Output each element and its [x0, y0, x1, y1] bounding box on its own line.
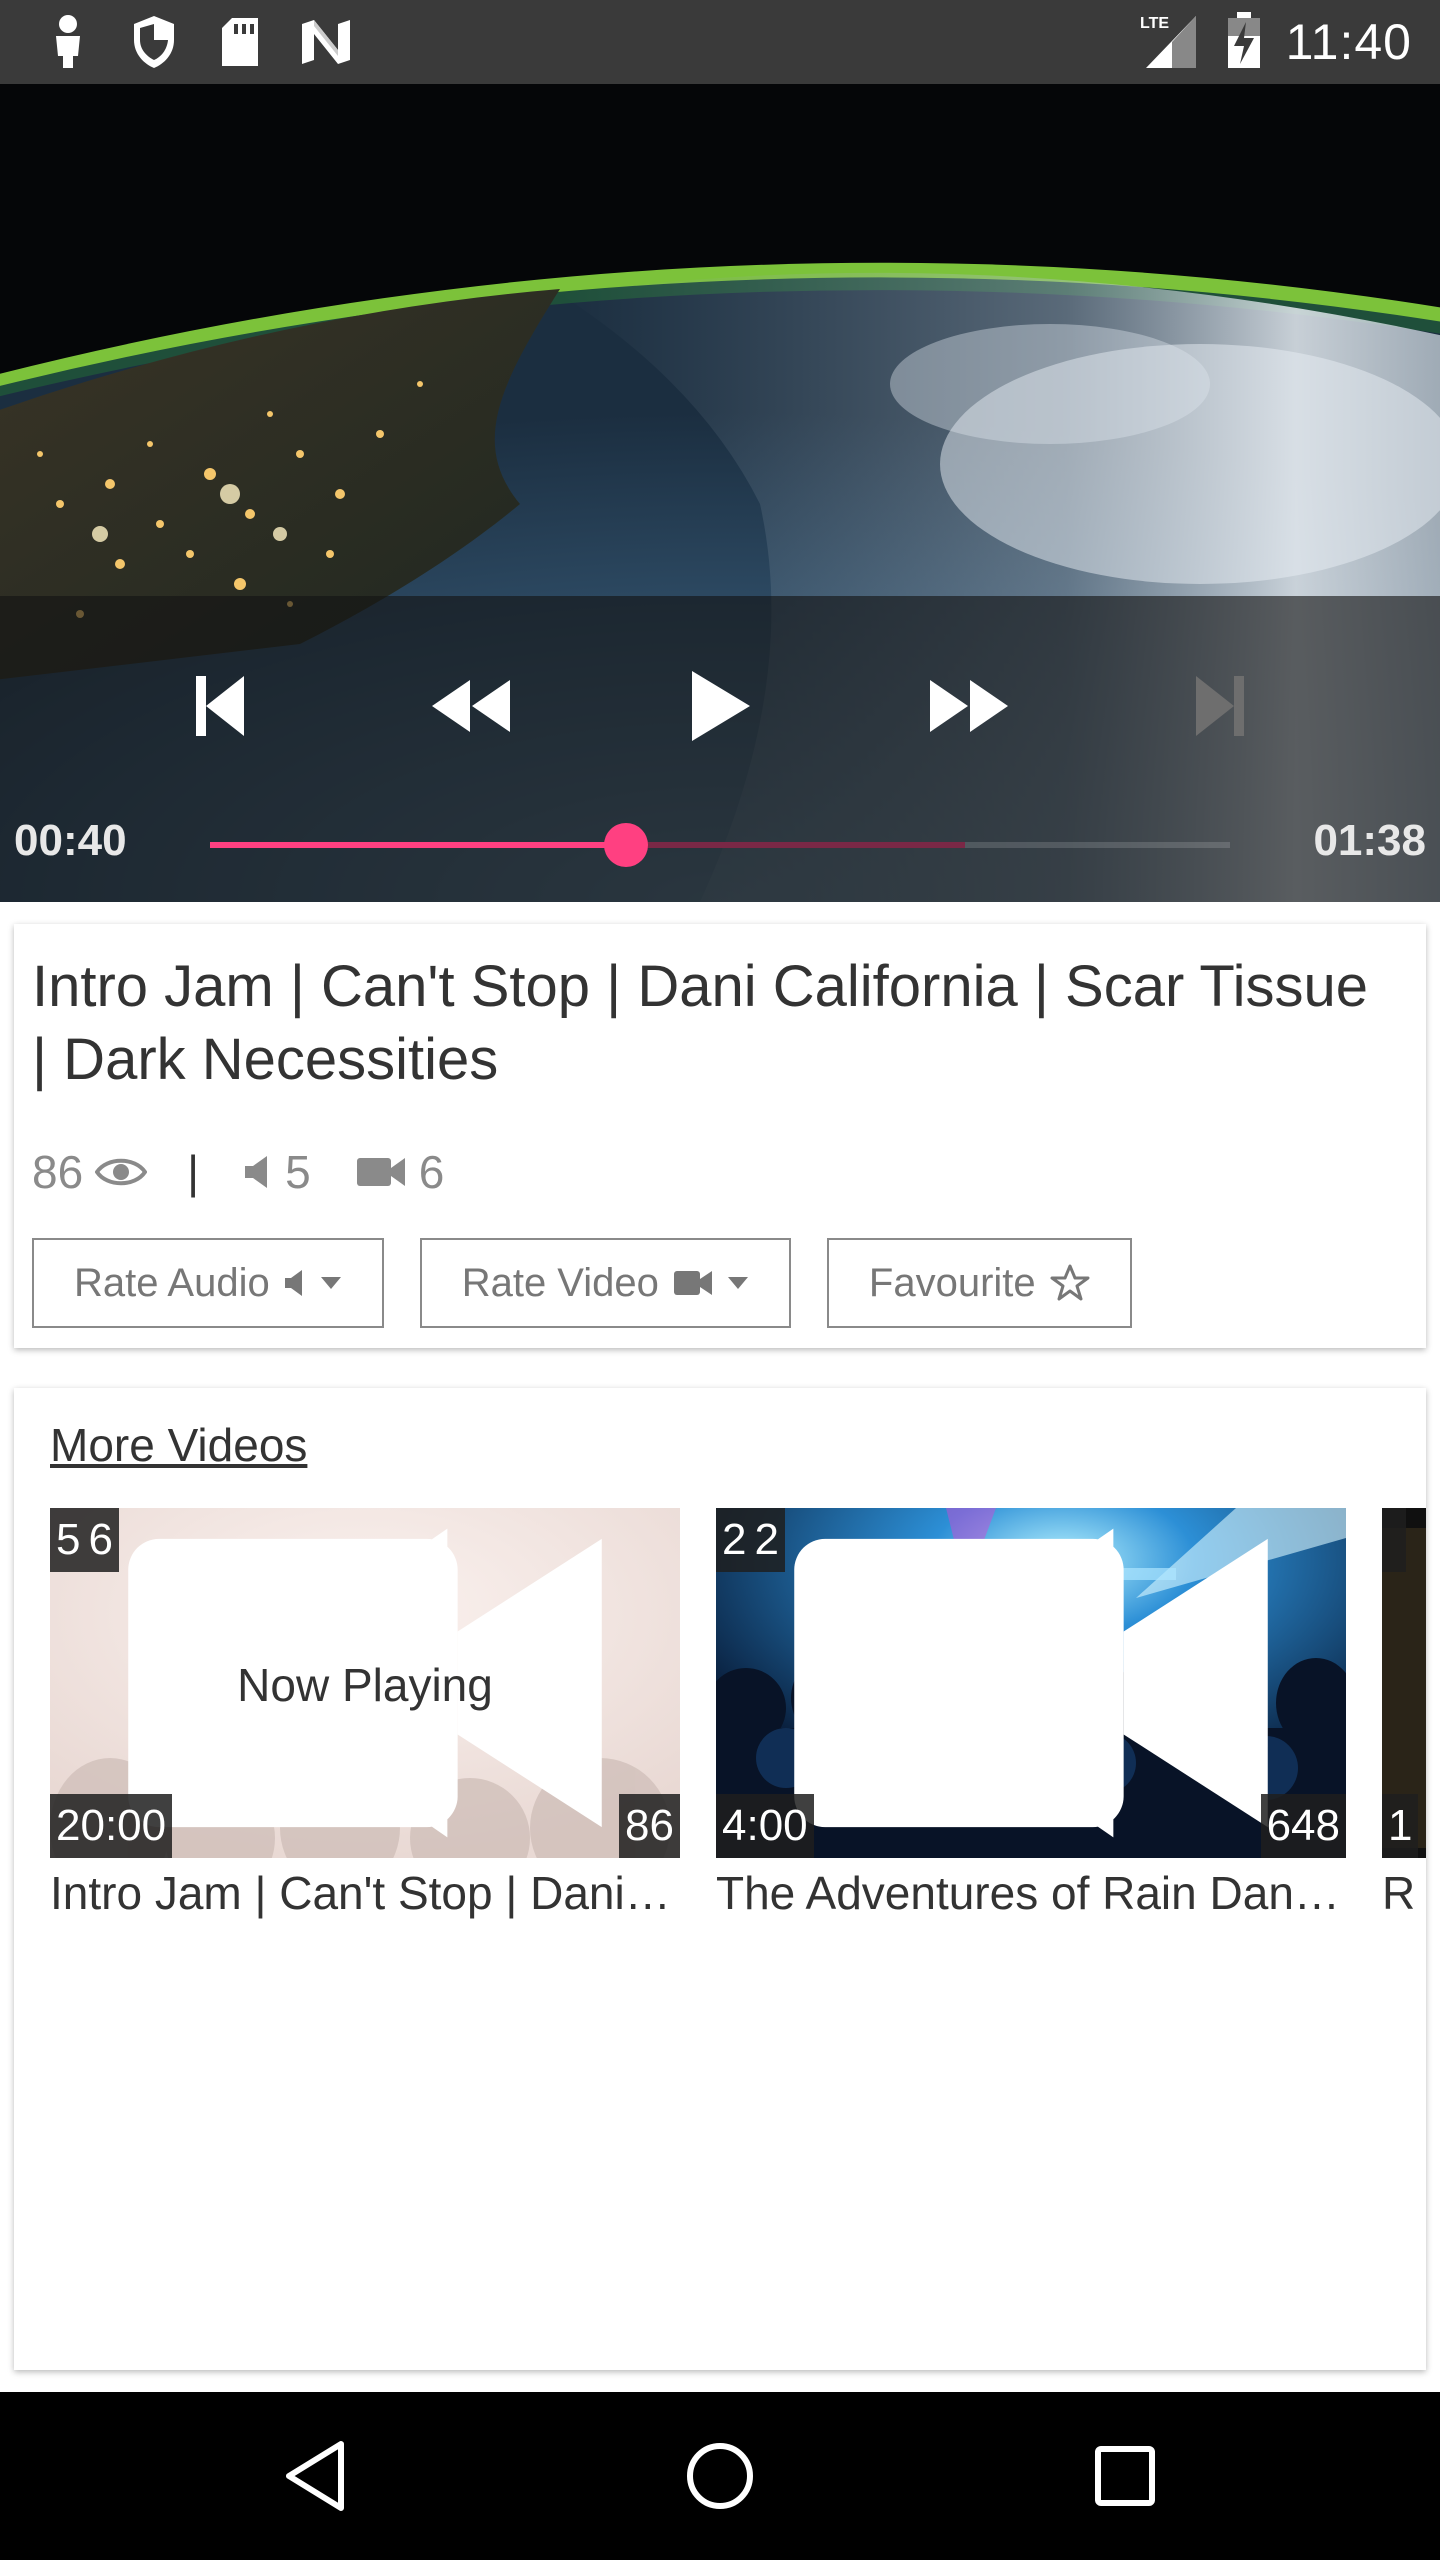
now-playing-label: Now Playing — [237, 1659, 493, 1711]
person-icon — [40, 14, 96, 70]
audio-ratings-count: 5 — [285, 1146, 311, 1198]
video-thumbnail-title: R — [1382, 1867, 1416, 1919]
seek-bar[interactable] — [210, 823, 1230, 867]
sd-card-icon — [212, 14, 268, 70]
rate-audio-label: Rate Audio — [74, 1260, 270, 1305]
favourite-button[interactable]: Favourite — [826, 1238, 1132, 1328]
video-thumbnail-title: The Adventures of Rain Dance Maggie — [716, 1867, 1346, 1919]
seek-thumb[interactable] — [604, 823, 649, 867]
signal-icon: LTE — [1138, 10, 1202, 75]
eye-icon — [619, 1794, 680, 1858]
recents-icon[interactable] — [1075, 2426, 1175, 2526]
views-stat: 86 — [32, 1145, 148, 1199]
total-time: 01:38 — [1313, 816, 1426, 865]
more-videos-card: More Videos 5 6 Now Playing 20:00 86 Int… — [14, 1388, 1426, 2370]
skip-previous-icon[interactable] — [170, 656, 270, 756]
eye-icon — [95, 1158, 148, 1186]
videocam-icon — [356, 1158, 405, 1186]
video-thumbnail-item[interactable]: 2 2 4:00 648 The Adventures of Rain Danc… — [716, 1508, 1346, 1920]
video-stats: 86 | 5 6 — [32, 1142, 444, 1202]
views-badge: 648 — [1260, 1794, 1346, 1858]
rewind-icon[interactable] — [420, 656, 520, 756]
caret-down-icon — [320, 1277, 341, 1289]
more-videos-heading[interactable]: More Videos — [50, 1418, 307, 1472]
stats-separator: | — [187, 1146, 200, 1198]
status-time: 11:40 — [1285, 14, 1412, 70]
video-stat: 6 — [355, 1145, 445, 1199]
video-thumbnail[interactable]: 2 2 4:00 648 — [716, 1508, 1346, 1858]
video-thumbnail-item[interactable]: 5 6 Now Playing 20:00 86 Intro Jam | Can… — [50, 1508, 680, 1920]
status-bar: LTE 11:40 — [0, 0, 1440, 84]
video-thumbnail[interactable]: 1 — [1382, 1508, 1426, 1858]
volume-icon — [245, 1156, 268, 1188]
svg-text:LTE: LTE — [1140, 15, 1169, 32]
rate-video-button[interactable]: Rate Video — [419, 1238, 791, 1328]
eye-icon — [1261, 1794, 1346, 1858]
duration-badge: 4:00 — [716, 1794, 814, 1858]
views-count: 86 — [32, 1146, 84, 1198]
current-time: 00:40 — [14, 816, 127, 865]
controls-overlay: 00:40 01:38 — [0, 596, 1440, 902]
caret-down-icon — [727, 1277, 748, 1289]
video-ratings-count: 6 — [418, 1146, 445, 1198]
audio-stat: 5 — [243, 1145, 311, 1199]
views-badge: 86 — [619, 1794, 680, 1858]
video-thumbnail-title: Intro Jam | Can't Stop | Dani California — [50, 1867, 680, 1919]
volume-icon — [284, 1270, 302, 1296]
shield-icon — [126, 14, 182, 70]
duration-badge: 1 — [1382, 1794, 1419, 1858]
navigation-bar — [0, 2392, 1440, 2560]
back-icon[interactable] — [265, 2426, 365, 2526]
video-info-card: Intro Jam | Can't Stop | Dani California… — [14, 924, 1426, 1348]
video-title: Intro Jam | Can't Stop | Dani California… — [32, 954, 1369, 1092]
ratings-badge: 5 6 — [50, 1508, 602, 1838]
video-thumbnail[interactable]: 5 6 Now Playing 20:00 86 — [50, 1508, 680, 1858]
favourite-label: Favourite — [868, 1260, 1036, 1305]
video-thumbnail-item[interactable]: 1 R — [1382, 1508, 1426, 1920]
rate-audio-button[interactable]: Rate Audio — [32, 1238, 384, 1328]
skip-next-icon[interactable] — [1170, 656, 1270, 756]
rate-video-label: Rate Video — [461, 1260, 659, 1305]
videocam-icon — [673, 1271, 712, 1295]
fast-forward-icon[interactable] — [920, 656, 1020, 756]
ratings-badge: 2 2 — [716, 1508, 1268, 1838]
seek-progress — [210, 842, 627, 848]
battery-charging-icon — [1226, 10, 1262, 75]
duration-badge: 20:00 — [50, 1794, 173, 1858]
video-player[interactable]: 00:40 01:38 — [0, 84, 1440, 902]
star-outline-icon — [1050, 1264, 1090, 1301]
ratings-badge — [1382, 1508, 1406, 1572]
home-icon[interactable] — [670, 2426, 770, 2526]
play-icon[interactable] — [670, 656, 770, 756]
n-notification-icon — [298, 14, 354, 70]
